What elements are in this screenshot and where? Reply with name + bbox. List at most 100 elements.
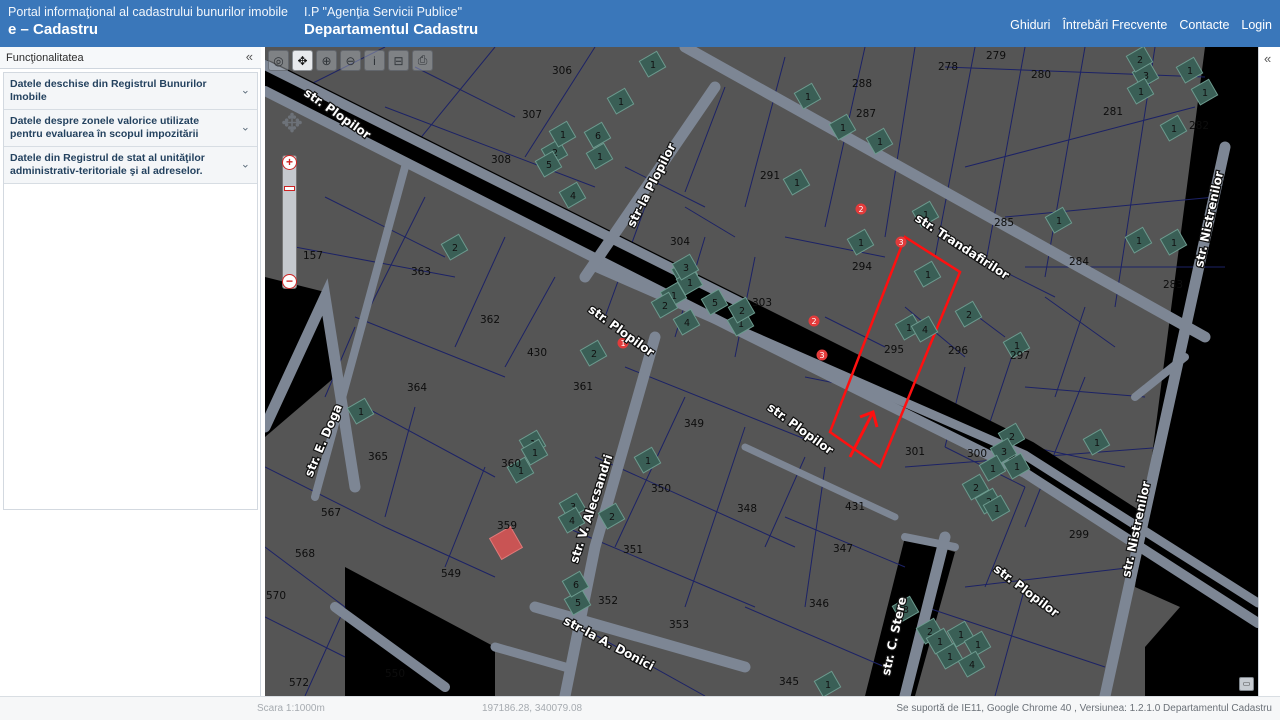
- building-number-label: 5: [546, 160, 552, 171]
- parcel-number-label[interactable]: 348: [737, 503, 757, 515]
- nav-login[interactable]: Login: [1241, 18, 1272, 32]
- brand-title[interactable]: e – Cadastru: [8, 21, 98, 38]
- parcel-number-label[interactable]: 361: [573, 381, 593, 393]
- parcel-number-label[interactable]: 294: [852, 261, 872, 273]
- building-number-label: 1: [1136, 236, 1142, 247]
- globe-icon[interactable]: ◎: [268, 50, 289, 71]
- parcel-number-label[interactable]: 364: [407, 382, 427, 394]
- pan-icon[interactable]: ✥: [292, 50, 313, 71]
- zoom-slider-track[interactable]: [282, 155, 297, 289]
- parcel-number-label[interactable]: 279: [986, 50, 1006, 62]
- parcel-number-label[interactable]: 291: [760, 170, 780, 182]
- parcel-number-label[interactable]: 296: [948, 345, 968, 357]
- chevron-down-icon: ⌄: [240, 121, 250, 134]
- building-number-label: 4: [684, 318, 690, 329]
- building-number-label: 1: [650, 60, 656, 71]
- parcel-number-label[interactable]: 301: [905, 446, 925, 458]
- parcel-number-label[interactable]: 345: [779, 676, 799, 688]
- chevron-down-icon: ⌄: [240, 158, 250, 171]
- red-badge-label: 3: [819, 351, 824, 360]
- building-number-label: 1: [645, 456, 651, 467]
- parcel-number-label[interactable]: 550: [385, 668, 405, 680]
- zoom-out-icon[interactable]: ⊖: [340, 50, 361, 71]
- building-number-label: 1: [597, 152, 603, 163]
- parcel-number-label[interactable]: 549: [441, 568, 461, 580]
- parcel-number-label[interactable]: 281: [1103, 106, 1123, 118]
- building-number-label: 1: [925, 270, 931, 281]
- zoom-in-icon[interactable]: ⊕: [316, 50, 337, 71]
- accordion-item-address-registry[interactable]: Datele din Registrul de stat al unităţil…: [4, 147, 257, 184]
- parcel-number-label[interactable]: 350: [651, 483, 671, 495]
- zoom-slider-thumb[interactable]: [284, 186, 295, 191]
- parcel-number-label[interactable]: 352: [598, 595, 618, 607]
- parcel-number-label[interactable]: 363: [411, 266, 431, 278]
- parcel-number-label[interactable]: 278: [938, 61, 958, 73]
- building-number-label: 3: [683, 263, 689, 274]
- parcel-number-label[interactable]: 280: [1031, 69, 1051, 81]
- accordion-item-value-zones[interactable]: Datele despre zonele valorice utilizate …: [4, 110, 257, 147]
- sidebar-header: Funcţionalitatea «: [0, 47, 261, 69]
- building-number-label: 1: [1187, 66, 1193, 77]
- accordion-item-open-data[interactable]: Datele deschise din Registrul Bunurilor …: [4, 73, 257, 110]
- zoom-out-button[interactable]: −: [282, 274, 297, 289]
- parcel-number-label[interactable]: 299: [1069, 529, 1089, 541]
- parcel-number-label[interactable]: 282: [1189, 120, 1209, 132]
- parcel-number-label[interactable]: 353: [669, 619, 689, 631]
- parcel-number-label[interactable]: 308: [491, 154, 511, 166]
- building-number-label: 1: [618, 97, 624, 108]
- parcel-number-label[interactable]: 307: [522, 109, 542, 121]
- sidebar: Funcţionalitatea « Datele deschise din R…: [0, 47, 261, 696]
- zoom-in-button[interactable]: +: [282, 155, 297, 170]
- overview-map-toggle-icon[interactable]: ▭: [1239, 677, 1254, 691]
- parcel-number-label[interactable]: 304: [670, 236, 690, 248]
- cadastral-map[interactable]: 1112165411111312541211112111132111114212…: [265, 47, 1258, 696]
- info-icon[interactable]: i: [364, 50, 385, 71]
- map-canvas[interactable]: 1112165411111312541211112111132111114212…: [265, 47, 1258, 696]
- parcel-number-label[interactable]: 287: [856, 108, 876, 120]
- parcel-number-label[interactable]: 284: [1069, 256, 1089, 268]
- parcel-number-label[interactable]: 365: [368, 451, 388, 463]
- building-number-label: 1: [1138, 87, 1144, 98]
- parcel-number-label[interactable]: 347: [833, 543, 853, 555]
- parcel-number-label[interactable]: 351: [623, 544, 643, 556]
- parcel-number-label[interactable]: 303: [752, 297, 772, 309]
- parcel-number-label[interactable]: 431: [845, 501, 865, 513]
- print-icon[interactable]: ⎙: [412, 50, 433, 71]
- building-number-label: 1: [1094, 438, 1100, 449]
- parcel-number-label[interactable]: 359: [497, 520, 517, 532]
- map-coordinates-readout: 197186.28, 340079.08: [482, 703, 583, 714]
- nav-intrebari-frecvente[interactable]: Întrebări Frecvente: [1062, 18, 1167, 32]
- pan-arrows-icon[interactable]: ✥: [278, 108, 306, 144]
- parcel-number-label[interactable]: 300: [967, 448, 987, 460]
- parcel-number-label[interactable]: 570: [266, 590, 286, 602]
- parcel-number-label[interactable]: 306: [552, 65, 572, 77]
- parcel-number-label[interactable]: 157: [303, 250, 323, 262]
- right-panel-expand-icon[interactable]: «: [1264, 51, 1271, 66]
- parcel-number-label[interactable]: 572: [289, 677, 309, 689]
- parcel-number-label[interactable]: 346: [809, 598, 829, 610]
- building-number-label: 1: [1171, 238, 1177, 249]
- parcel-number-label[interactable]: 288: [852, 78, 872, 90]
- parcel-number-label[interactable]: 285: [994, 217, 1014, 229]
- parcel-number-label[interactable]: 430: [527, 347, 547, 359]
- building-number-label: 1: [975, 640, 981, 651]
- parcel-number-label[interactable]: 297: [1010, 350, 1030, 362]
- parcel-number-label[interactable]: 360: [501, 458, 521, 470]
- measure-icon[interactable]: ⊟: [388, 50, 409, 71]
- building-number-label: 1: [937, 637, 943, 648]
- parcel-number-label[interactable]: 283: [1163, 279, 1183, 291]
- parcel-number-label[interactable]: 568: [295, 548, 315, 560]
- accordion-item-label: Datele din Registrul de stat al unităţil…: [10, 152, 205, 177]
- building-number-label: 1: [794, 178, 800, 189]
- sidebar-title: Funcţionalitatea: [6, 52, 84, 64]
- map-scale-readout: Scara 1:1000m: [257, 703, 325, 714]
- parcel-number-label[interactable]: 362: [480, 314, 500, 326]
- building-number-label: 2: [662, 301, 668, 312]
- parcel-number-label[interactable]: 295: [884, 344, 904, 356]
- building-number-label: 1: [877, 137, 883, 148]
- nav-contacte[interactable]: Contacte: [1179, 18, 1229, 32]
- nav-ghiduri[interactable]: Ghiduri: [1010, 18, 1050, 32]
- sidebar-collapse-icon[interactable]: «: [246, 49, 253, 64]
- parcel-number-label[interactable]: 567: [321, 507, 341, 519]
- parcel-number-label[interactable]: 349: [684, 418, 704, 430]
